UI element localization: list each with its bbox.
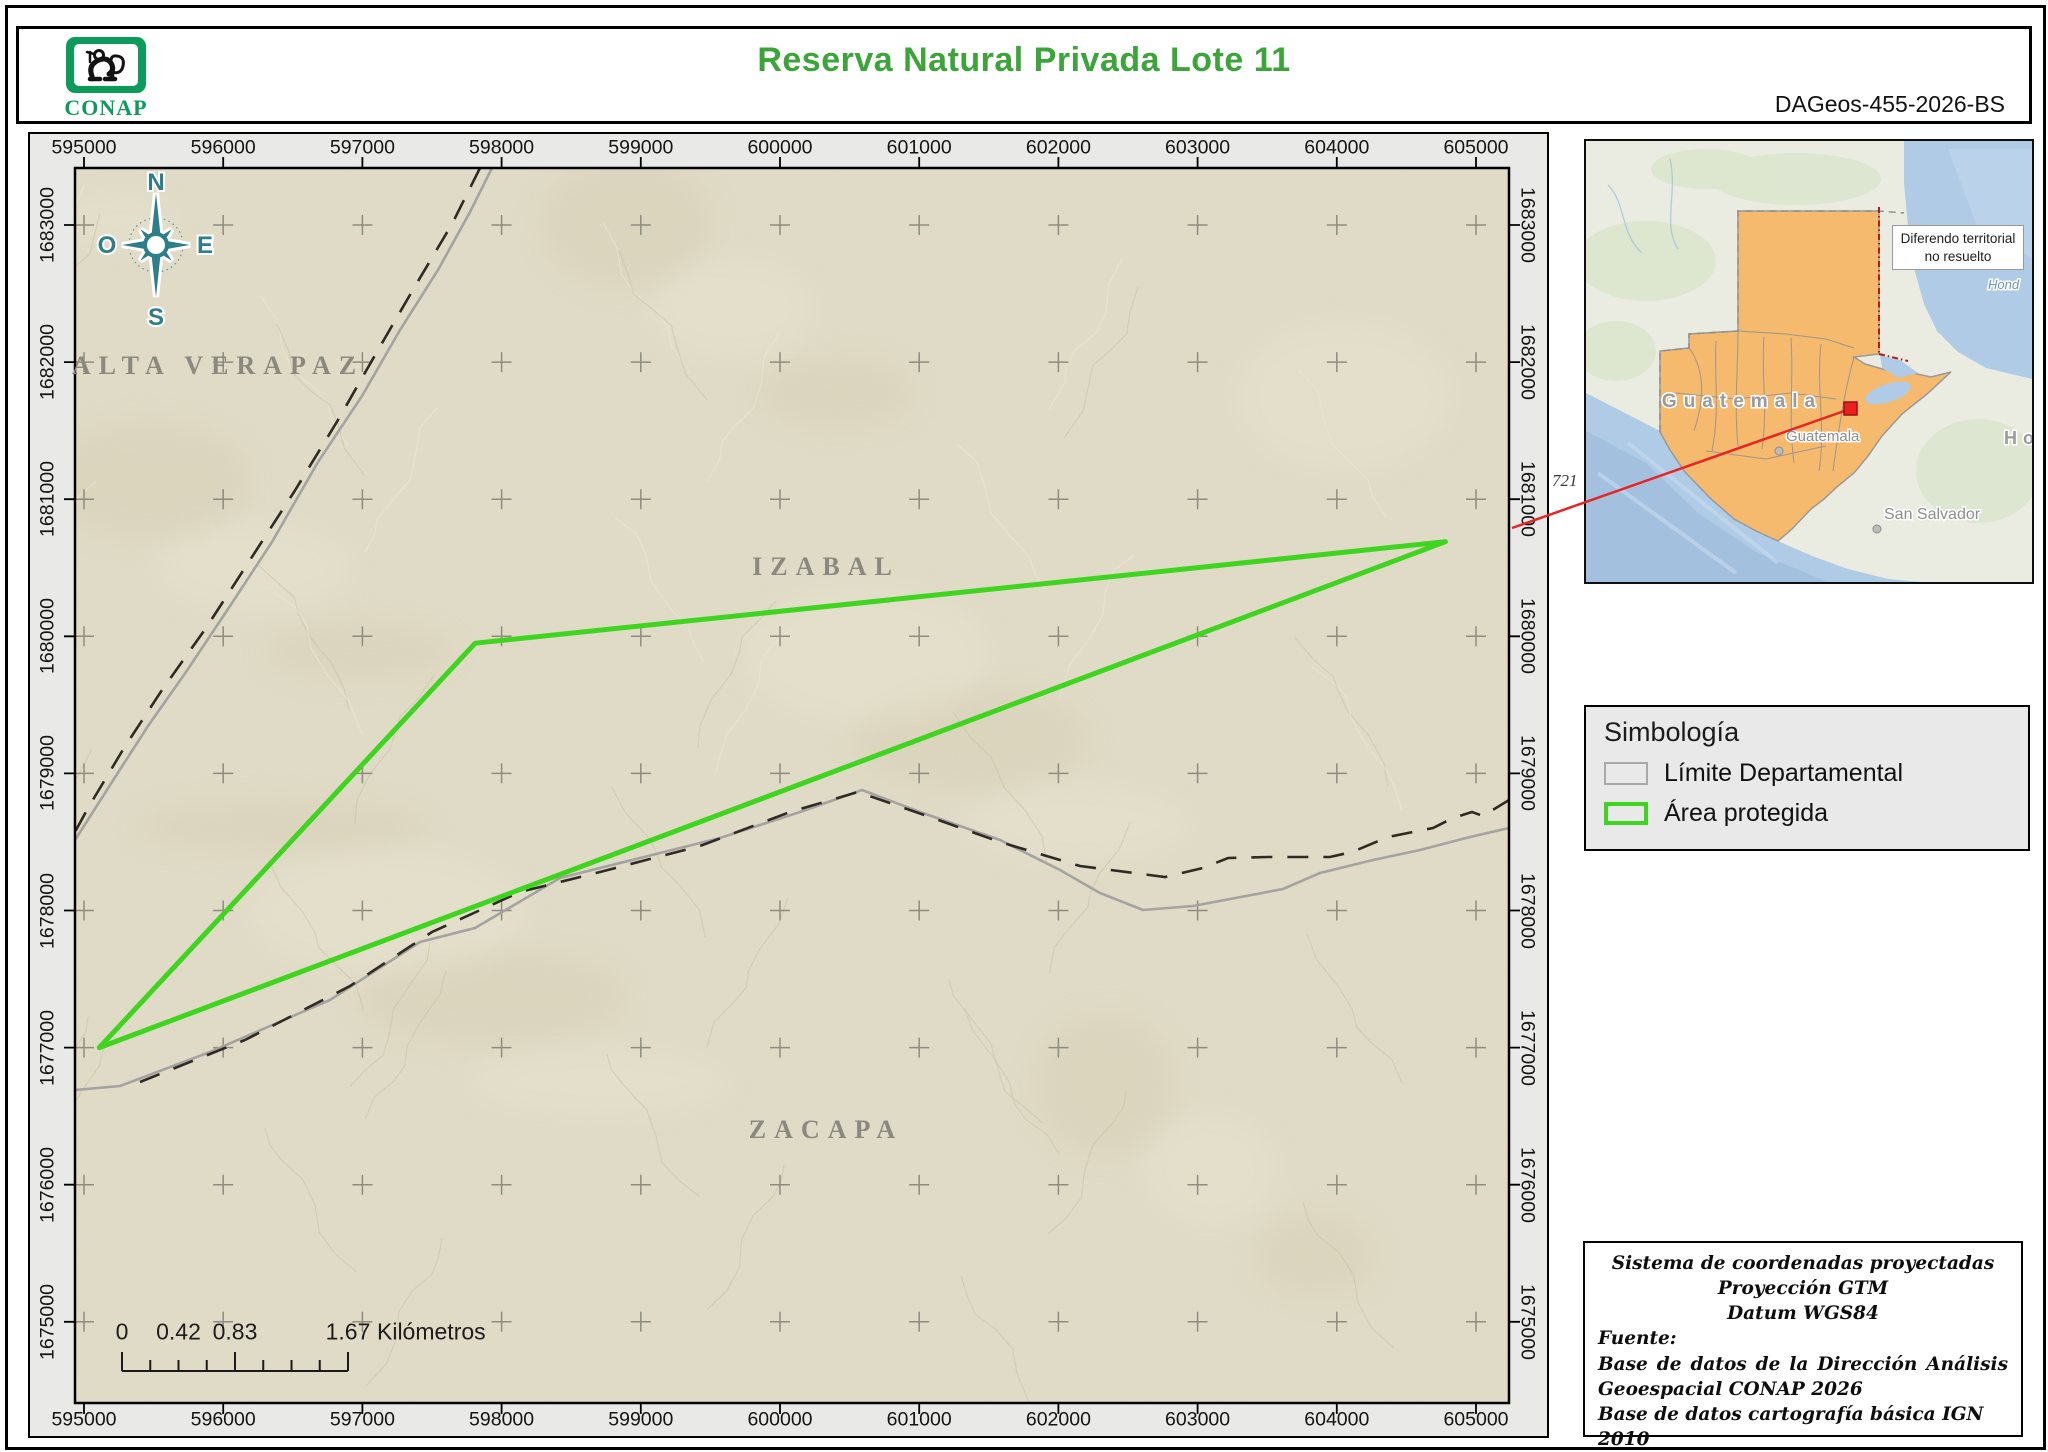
conap-logo-label: CONAP xyxy=(53,95,159,121)
source-entry: Base de datos de la Dirección Análisis G… xyxy=(1598,1352,2008,1402)
protected-area-swatch xyxy=(1604,802,1648,825)
crs-line: Sistema de coordenadas proyectadas xyxy=(1598,1251,2008,1276)
legend: Simbología Límite Departamental Área pro… xyxy=(1584,705,2030,851)
compass-south-label: S xyxy=(148,304,164,331)
dept-limit-swatch xyxy=(1604,762,1648,785)
map-layout-page: CONAP Reserva Natural Privada Lote 11 DA… xyxy=(0,0,2048,1452)
page-title: Reserva Natural Privada Lote 11 xyxy=(19,41,2029,80)
crs-line: Datum WGS84 xyxy=(1598,1301,2008,1326)
source-entry: Base de datos cartografía básica IGN 201… xyxy=(1598,1402,2008,1452)
san-salvador-label: San Salvador xyxy=(1884,506,1981,523)
source-info-box: Sistema de coordenadas proyectadas Proye… xyxy=(1583,1241,2023,1437)
territorial-dispute-note: Diferendo territorial no resuelto xyxy=(1892,225,2024,270)
legend-item-label: Límite Departamental xyxy=(1664,759,1903,788)
inset-locator-map: Guatemala Guatemala San Salvador Ho Hond… xyxy=(1584,139,2034,584)
route-label: 721 xyxy=(1552,471,1578,491)
country-label: Guatemala xyxy=(1662,391,1822,412)
capital-label: Guatemala xyxy=(1786,428,1860,445)
legend-item-dept-limit: Límite Departamental xyxy=(1604,759,2010,788)
crs-line: Proyección GTM xyxy=(1598,1276,2008,1301)
guatemala-city-dot xyxy=(1775,447,1783,455)
inset-map-canvas: Guatemala Guatemala San Salvador Ho Hond xyxy=(1586,141,2032,582)
gulf-label-partial: Hond xyxy=(1988,277,2020,292)
fuente-label: Fuente: xyxy=(1598,1326,2008,1351)
compass-north-label: N xyxy=(147,169,164,196)
san-salvador-dot xyxy=(1873,525,1881,533)
legend-item-protected-area: Área protegida xyxy=(1604,799,2010,828)
document-code: DAGeos-455-2026-BS xyxy=(1775,91,2005,118)
compass-west-label: O xyxy=(98,232,117,259)
header: CONAP Reserva Natural Privada Lote 11 DA… xyxy=(16,26,2032,124)
legend-item-label: Área protegida xyxy=(1664,799,1828,828)
compass-east-label: E xyxy=(197,232,213,259)
honduras-label-partial: Ho xyxy=(2004,428,2032,448)
legend-title: Simbología xyxy=(1604,717,2010,748)
compass-hub xyxy=(145,234,167,256)
